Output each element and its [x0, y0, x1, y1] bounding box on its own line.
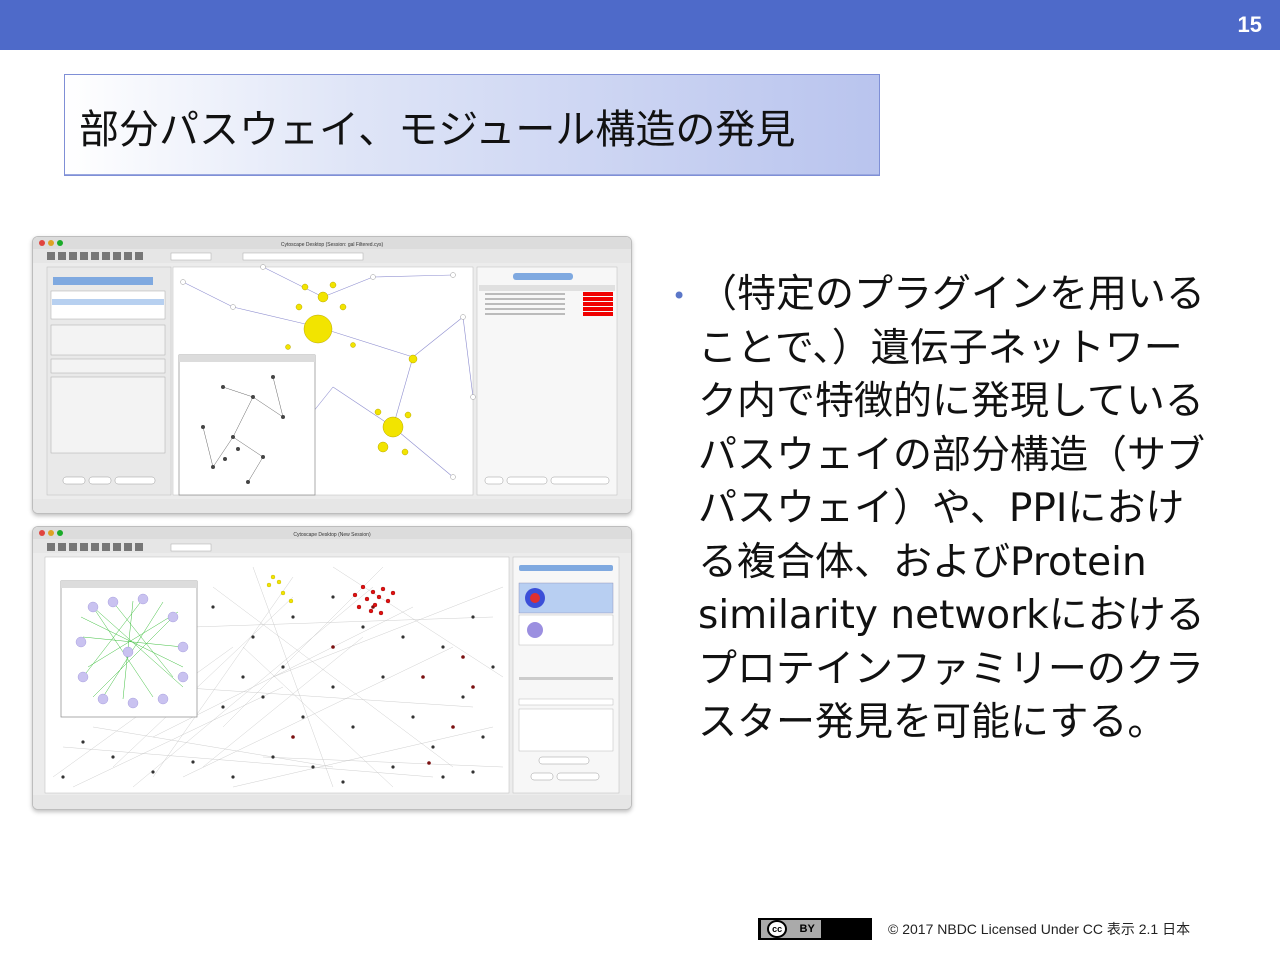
copyright-text: © 2017 NBDC Licensed Under CC 表示 2.1 日本 — [888, 921, 1191, 937]
bullet-text: （特定のプラグインを用いる ことで、）遺伝子ネットワー ク内で特徴的に発現してい… — [698, 268, 1254, 750]
bullet-line: similarity networkにおける — [698, 593, 1205, 638]
footer: cc BY © 2017 NBDC Licensed Under CC 表示 2… — [758, 918, 1190, 940]
cc-icon: cc — [767, 920, 788, 938]
bullet-line: ことで、）遺伝子ネットワー — [698, 325, 1183, 371]
cc-license-badge[interactable]: cc BY — [758, 918, 872, 940]
bullet-line: ク内で特徴的に発現している — [698, 379, 1204, 424]
screenshot-cytoscape-2: Cytoscape Desktop (New Session) — [32, 526, 632, 810]
window-title-1: Cytoscape Desktop (Session: gal Filtered… — [281, 242, 384, 248]
screenshot-1-image: Cytoscape Desktop (Session: gal Filtered… — [33, 237, 631, 513]
bullet-line: パスウェイの部分構造（サブ — [698, 432, 1206, 478]
bullet-line: る複合体、およびProtein — [698, 539, 1147, 585]
screenshot-cytoscape-1: Cytoscape Desktop (Session: gal Filtered… — [32, 236, 632, 514]
bullet-line: パスウェイ）や、PPIにおけ — [698, 486, 1185, 531]
window-title-2: Cytoscape Desktop (New Session) — [293, 532, 371, 538]
page-number: 15 — [1237, 12, 1262, 37]
bullet-marker: • — [672, 282, 687, 310]
screenshot-2-image: Cytoscape Desktop (New Session) — [33, 527, 631, 809]
header-bar: 15 — [0, 0, 1280, 50]
bullet-line: （特定のプラグインを用いる — [698, 272, 1206, 317]
bullet-line: スター発見を可能にする。 — [698, 700, 1167, 745]
cc-by-icon: cc BY — [761, 920, 821, 938]
title-box: 部分パスウェイ、モジュール構造の発見 — [64, 74, 880, 176]
bullet-line: プロテインファミリーのクラ — [698, 646, 1204, 692]
page-title: 部分パスウェイ、モジュール構造の発見 — [79, 107, 796, 153]
by-label: BY — [799, 923, 815, 935]
